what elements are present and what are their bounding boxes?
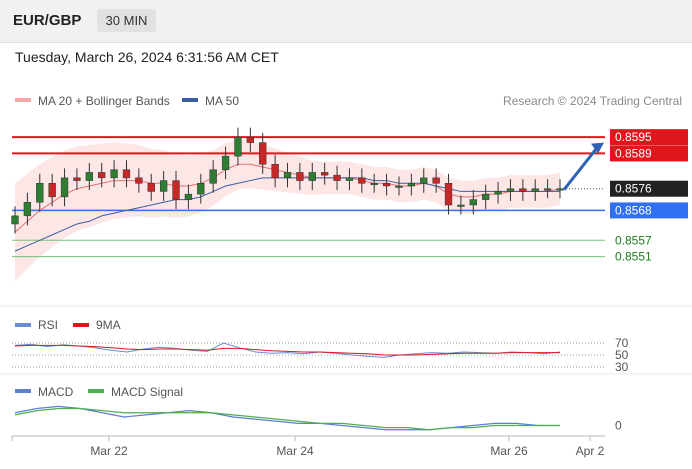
legend-label-macd-signal: MACD Signal	[111, 385, 183, 399]
legend-swatch-macd	[15, 389, 31, 393]
candle-body	[457, 204, 465, 207]
candle-body	[531, 188, 539, 192]
macd-tick-label: 0	[615, 419, 622, 433]
legend-label-9ma: 9MA	[96, 318, 121, 332]
candle-body	[60, 177, 69, 198]
level-label-target: 0.8557	[615, 233, 652, 247]
candle-body	[159, 180, 168, 192]
candle-body	[469, 199, 477, 206]
candle-body	[48, 183, 56, 198]
x-tick-label: Mar 24	[276, 444, 314, 458]
legend-label-rsi: RSI	[38, 318, 58, 332]
legend-swatch-bollinger	[15, 98, 31, 102]
candle-body	[519, 188, 527, 192]
candle-body	[221, 155, 230, 170]
candle-body	[395, 185, 403, 188]
price-panel: 0.8595 0.8589 0.8576 0.8568 0.8557 0.8551	[11, 127, 688, 281]
candle-body	[246, 136, 254, 143]
candle-body	[11, 215, 19, 225]
legend-swatch-9ma	[73, 323, 89, 327]
candle-body	[209, 169, 217, 184]
candle-body	[197, 183, 205, 195]
candle-body	[556, 188, 564, 191]
price-legend: MA 20 + Bollinger Bands MA 50	[15, 94, 239, 108]
level-label-resistance: 0.8595	[615, 130, 652, 144]
candle-body	[23, 202, 32, 217]
candle-body	[407, 183, 416, 187]
candle-body	[296, 172, 304, 181]
level-label-target: 0.8551	[615, 250, 652, 264]
x-axis: Mar 22 Mar 24 Mar 26 Apr 2	[11, 436, 605, 458]
candle-body	[283, 172, 292, 179]
candle-body	[234, 136, 242, 157]
legend-swatch-macd-signal	[88, 389, 104, 393]
candle-body	[494, 191, 502, 195]
candle-body	[36, 183, 44, 203]
candle-body	[506, 188, 515, 192]
level-label-resistance: 0.8589	[615, 146, 652, 160]
level-label-support: 0.8568	[615, 203, 652, 217]
rsi-tick-label: 30	[615, 360, 629, 374]
level-label-current: 0.8576	[615, 182, 652, 196]
candle-body	[308, 172, 316, 181]
chart-canvas: MA 20 + Bollinger Bands MA 50 Research ©…	[0, 94, 692, 458]
candle-body	[333, 174, 341, 181]
candle-body	[172, 180, 180, 200]
candle-body	[135, 177, 143, 184]
candle-body	[420, 177, 428, 184]
candle-body	[432, 177, 440, 184]
rsi-9ma-line	[14, 344, 560, 356]
legend-label-macd: MACD	[38, 385, 74, 399]
candle-body	[110, 169, 118, 179]
candle-body	[358, 177, 366, 184]
candle-body	[382, 183, 391, 187]
candle-body	[73, 177, 81, 181]
rsi-panel: 705030	[12, 336, 629, 374]
candle-body	[321, 172, 329, 176]
candle-body	[444, 183, 453, 206]
candle-body	[147, 183, 155, 192]
x-tick-label: Mar 26	[490, 444, 528, 458]
candle-body	[85, 172, 93, 181]
x-tick-label: Apr 2	[576, 444, 605, 458]
macd-panel: 0	[14, 405, 622, 433]
source-credit: Research © 2024 Trading Central	[503, 94, 682, 108]
legend-swatch-rsi	[15, 323, 31, 327]
x-tick-label: Mar 22	[90, 444, 128, 458]
candle-body	[370, 183, 378, 186]
candle-body	[122, 169, 131, 179]
candle-body	[271, 164, 279, 179]
candle-body	[98, 172, 106, 179]
macd-legend: MACD MACD Signal	[15, 385, 183, 399]
candle-body	[543, 188, 552, 191]
legend-swatch-ma50	[182, 98, 198, 102]
candle-body	[482, 193, 490, 200]
legend-label-ma50: MA 50	[205, 94, 239, 108]
candle-body	[259, 142, 267, 165]
candle-body	[345, 177, 354, 181]
legend-label-bollinger: MA 20 + Bollinger Bands	[38, 94, 170, 108]
rsi-legend: RSI 9MA	[15, 318, 121, 332]
candle-body	[184, 193, 193, 200]
